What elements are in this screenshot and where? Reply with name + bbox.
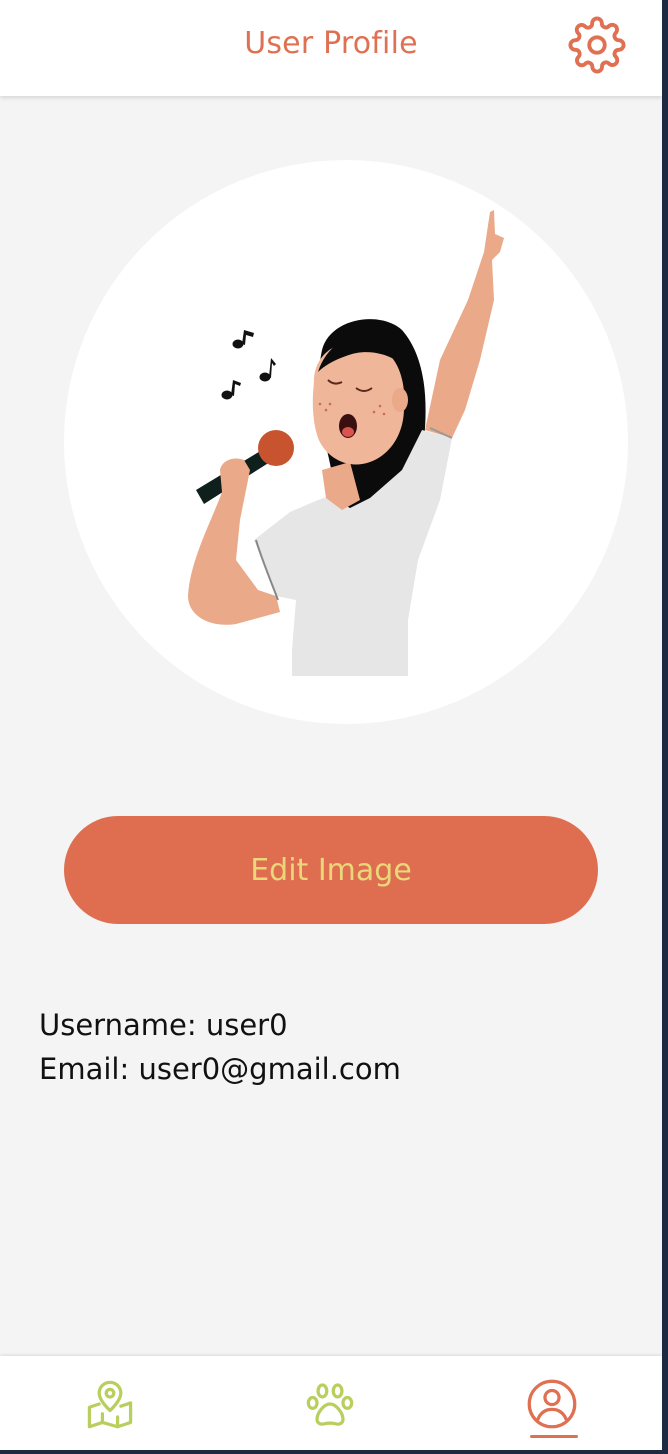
username-value: user0 [205,1008,288,1042]
gear-icon [568,16,626,74]
nav-profile[interactable] [516,1368,588,1440]
edit-image-button[interactable]: Edit Image [64,816,598,924]
app-header: User Profile [0,0,662,96]
profile-screen: User Profile Edit Image Username: user0 … [0,0,662,1450]
email-value: user0@gmail.com [138,1052,401,1086]
profile-avatar [64,160,628,724]
nav-map[interactable] [74,1368,146,1440]
music-notes [221,330,276,400]
email-row: Email: user0@gmail.com [39,1047,401,1091]
raised-arm [425,210,504,438]
email-label: Email: [39,1052,130,1086]
singer-illustration [188,210,504,676]
user-profile-icon [527,1379,577,1429]
page-title: User Profile [244,26,418,61]
settings-button[interactable] [566,14,628,76]
bottom-navigation [0,1356,662,1450]
nav-pets[interactable] [294,1368,366,1440]
username-row: Username: user0 [39,1003,401,1047]
paw-icon [306,1383,354,1426]
map-pin-icon [87,1380,133,1429]
profile-info: Username: user0 Email: user0@gmail.com [39,1003,401,1091]
username-label: Username: [39,1008,197,1042]
active-tab-indicator [530,1435,578,1438]
